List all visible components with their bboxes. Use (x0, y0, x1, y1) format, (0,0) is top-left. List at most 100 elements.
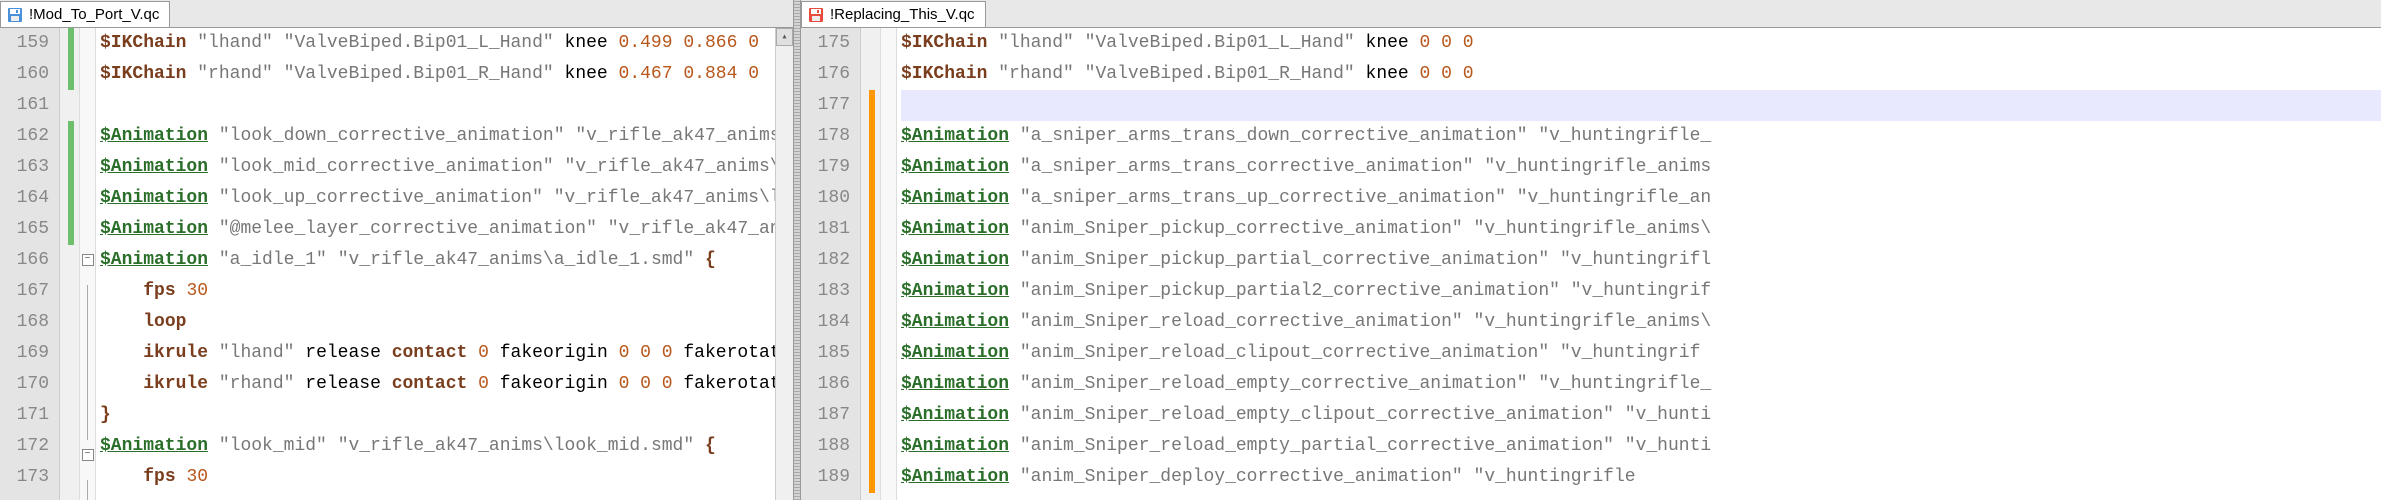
code-line[interactable]: $Animation "a_sniper_arms_trans_down_cor… (901, 121, 2381, 152)
line-number: 161 (0, 90, 49, 121)
code-line[interactable]: $Animation "look_mid" "v_rifle_ak47_anim… (100, 431, 775, 462)
tab-title: !Mod_To_Port_V.qc (29, 6, 159, 23)
vertical-scrollbar[interactable]: ▴ (775, 28, 793, 500)
code-line[interactable]: $Animation "look_mid_corrective_animatio… (100, 152, 775, 183)
code-line[interactable]: $Animation "anim_Sniper_reload_clipout_c… (901, 338, 2381, 369)
code-line[interactable]: ikrule "lhand" release contact 0 fakeori… (100, 338, 775, 369)
code-line[interactable]: $Animation "anim_Sniper_reload_empty_cli… (901, 400, 2381, 431)
code-line[interactable]: $Animation "anim_Sniper_reload_empty_par… (901, 431, 2381, 462)
editor-left[interactable]: 1591601611621631641651661671681691701711… (0, 28, 793, 500)
line-number: 164 (0, 183, 49, 214)
tab-right[interactable]: !Replacing_This_V.qc (801, 1, 986, 27)
code-line[interactable]: $Animation "look_up_corrective_animation… (100, 183, 775, 214)
line-number: 168 (0, 307, 49, 338)
line-number: 173 (0, 462, 49, 493)
fold-toggle-icon[interactable]: − (82, 449, 94, 461)
fold-cell (80, 59, 95, 90)
code-line[interactable]: $IKChain "rhand" "ValveBiped.Bip01_R_Han… (901, 59, 2381, 90)
code-line[interactable]: $Animation "anim_Sniper_reload_empty_cor… (901, 369, 2381, 400)
line-number: 162 (0, 121, 49, 152)
change-marker (861, 245, 880, 276)
fold-cell (80, 121, 95, 152)
line-number: 165 (0, 214, 49, 245)
line-number: 159 (0, 28, 49, 59)
tab-title: !Replacing_This_V.qc (830, 6, 975, 23)
change-marker (861, 152, 880, 183)
code-line[interactable]: $Animation "@melee_layer_corrective_anim… (100, 214, 775, 245)
fold-column: −− (80, 28, 96, 500)
code-line[interactable]: fps 30 (100, 462, 775, 493)
code-line[interactable]: $Animation "anim_Sniper_pickup_partial_c… (901, 245, 2381, 276)
line-number: 179 (801, 152, 850, 183)
fold-cell (881, 307, 896, 338)
code-line[interactable]: $Animation "a_sniper_arms_trans_correcti… (901, 152, 2381, 183)
code-line[interactable]: $IKChain "lhand" "ValveBiped.Bip01_L_Han… (901, 28, 2381, 59)
change-marker (861, 338, 880, 369)
change-marker (861, 400, 880, 431)
line-number: 184 (801, 307, 850, 338)
fold-cell[interactable]: − (80, 449, 95, 480)
line-number: 180 (801, 183, 850, 214)
line-number: 188 (801, 431, 850, 462)
change-marker (60, 338, 79, 369)
code-line[interactable]: $Animation "a_idle_1" "v_rifle_ak47_anim… (100, 245, 775, 276)
change-marker (861, 462, 880, 493)
fold-cell (80, 285, 95, 316)
change-marker (861, 121, 880, 152)
change-marker (861, 276, 880, 307)
tab-bar-right: !Replacing_This_V.qc (801, 0, 2381, 28)
fold-cell[interactable]: − (80, 254, 95, 285)
code-line[interactable]: $Animation "look_down_corrective_animati… (100, 121, 775, 152)
tab-bar-left: !Mod_To_Port_V.qc (0, 0, 793, 28)
code-area[interactable]: $IKChain "lhand" "ValveBiped.Bip01_L_Han… (96, 28, 775, 500)
code-line[interactable]: $Animation "anim_Sniper_pickup_partial2_… (901, 276, 2381, 307)
change-marker (60, 431, 79, 462)
code-line[interactable]: $Animation "anim_Sniper_pickup_correctiv… (901, 214, 2381, 245)
code-line[interactable]: $Animation "a_sniper_arms_trans_up_corre… (901, 183, 2381, 214)
line-number: 183 (801, 276, 850, 307)
fold-cell (80, 214, 95, 245)
code-area[interactable]: $IKChain "lhand" "ValveBiped.Bip01_L_Han… (897, 28, 2381, 500)
change-marker (60, 245, 79, 276)
fold-cell (80, 183, 95, 214)
fold-cell (80, 409, 95, 440)
pane-splitter[interactable] (793, 0, 801, 500)
change-marker (60, 307, 79, 338)
line-number: 189 (801, 462, 850, 493)
tab-left[interactable]: !Mod_To_Port_V.qc (0, 1, 170, 27)
code-line[interactable] (100, 90, 775, 121)
code-line[interactable]: $Animation "anim_Sniper_deploy_correctiv… (901, 462, 2381, 493)
fold-cell (881, 400, 896, 431)
change-marker (60, 90, 79, 121)
line-number: 178 (801, 121, 850, 152)
code-line[interactable]: $Animation "anim_Sniper_reload_correctiv… (901, 307, 2381, 338)
fold-cell (80, 28, 95, 59)
code-line[interactable]: fps 30 (100, 276, 775, 307)
line-number: 182 (801, 245, 850, 276)
line-number: 169 (0, 338, 49, 369)
fold-cell (80, 152, 95, 183)
change-marker (60, 59, 79, 90)
line-number: 177 (801, 90, 850, 121)
line-number: 187 (801, 400, 850, 431)
right-editor-pane: !Replacing_This_V.qc 1751761771781791801… (801, 0, 2381, 500)
fold-cell (881, 90, 896, 121)
scroll-up-arrow[interactable]: ▴ (776, 28, 793, 46)
change-marker (861, 28, 880, 59)
code-line[interactable]: loop (100, 307, 775, 338)
line-number: 185 (801, 338, 850, 369)
change-marker (60, 369, 79, 400)
code-line[interactable]: $IKChain "lhand" "ValveBiped.Bip01_L_Han… (100, 28, 775, 59)
code-line[interactable]: ikrule "rhand" release contact 0 fakeori… (100, 369, 775, 400)
change-marker (60, 28, 79, 59)
fold-toggle-icon[interactable]: − (82, 254, 94, 266)
fold-cell (881, 28, 896, 59)
line-number: 170 (0, 369, 49, 400)
editor-right[interactable]: 1751761771781791801811821831841851861871… (801, 28, 2381, 500)
code-line[interactable]: } (100, 400, 775, 431)
code-line[interactable]: $IKChain "rhand" "ValveBiped.Bip01_R_Han… (100, 59, 775, 90)
fold-cell (881, 152, 896, 183)
code-line[interactable] (901, 90, 2381, 121)
change-marker (861, 90, 880, 121)
fold-cell (881, 121, 896, 152)
